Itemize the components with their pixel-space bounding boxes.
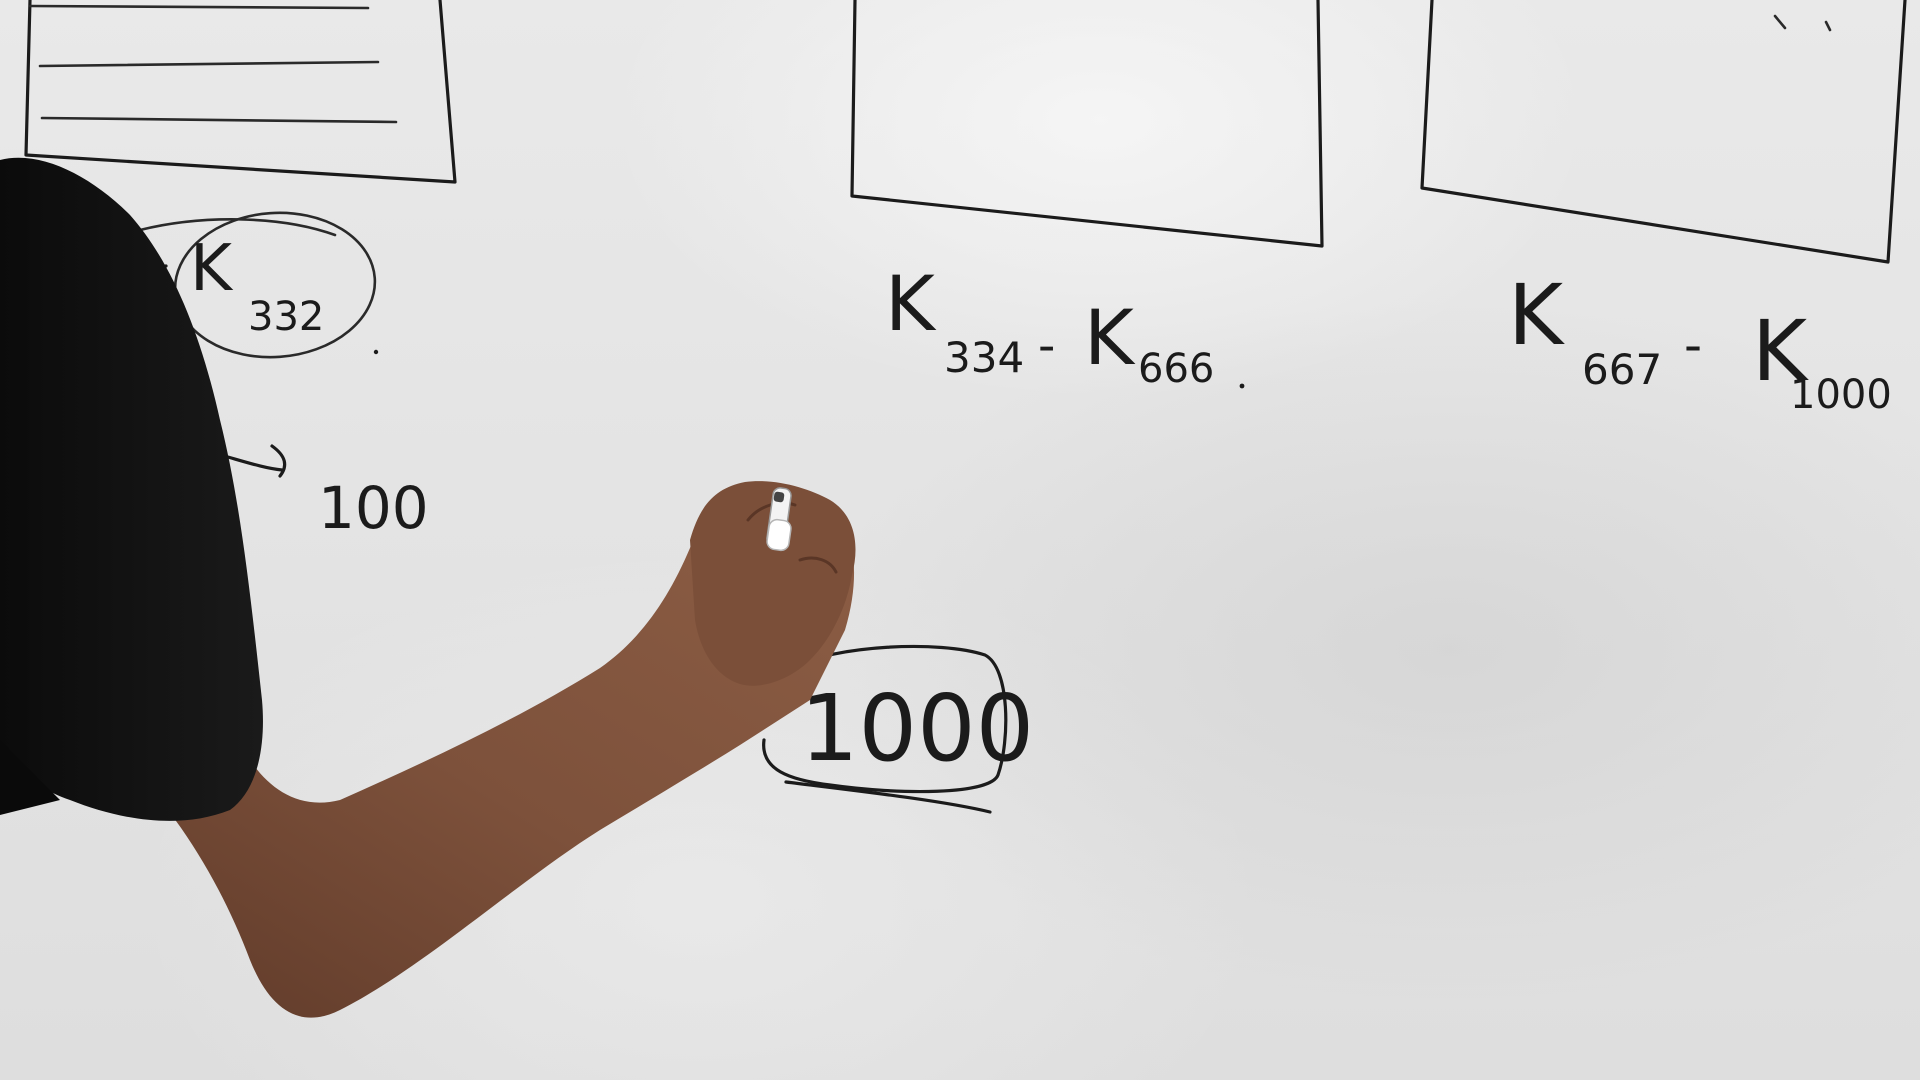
presenter-shirt (0, 157, 263, 821)
presenter (0, 157, 856, 1018)
whiteboard-scene: K 332 K 334 - K 666 K 667 - K 1000 100 1… (0, 0, 1920, 1080)
